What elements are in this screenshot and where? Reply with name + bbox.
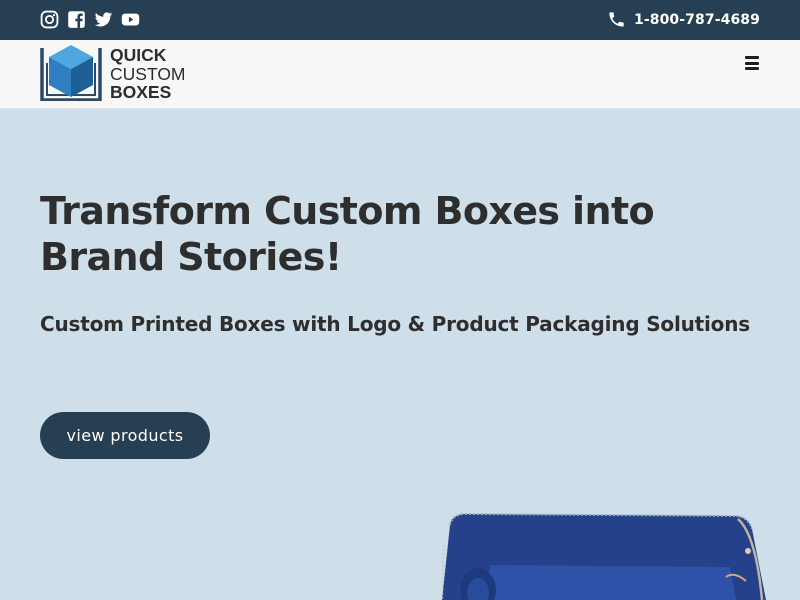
box-logo-icon bbox=[40, 45, 102, 101]
logo[interactable]: QUICK CUSTOM BOXES bbox=[40, 44, 186, 102]
hero-subtitle: Custom Printed Boxes with Logo & Product… bbox=[40, 312, 750, 336]
top-bar: 1-800-787-4689 bbox=[0, 0, 800, 40]
instagram-icon[interactable] bbox=[40, 10, 59, 29]
social-links bbox=[40, 10, 140, 29]
twitter-icon[interactable] bbox=[94, 10, 113, 29]
hamburger-menu-icon[interactable] bbox=[744, 55, 760, 71]
facebook-icon[interactable] bbox=[67, 10, 86, 29]
site-header: QUICK CUSTOM BOXES bbox=[0, 40, 800, 109]
product-box-image bbox=[441, 512, 766, 600]
hero-title: Transform Custom Boxes into Brand Storie… bbox=[40, 189, 655, 279]
logo-line-boxes: BOXES bbox=[110, 82, 172, 102]
logo-text: QUICK CUSTOM BOXES bbox=[110, 46, 186, 102]
logo-line-quick: QUICK bbox=[110, 45, 167, 65]
logo-line-custom: CUSTOM bbox=[110, 63, 186, 84]
youtube-icon[interactable] bbox=[121, 10, 140, 29]
phone-link[interactable]: 1-800-787-4689 bbox=[607, 10, 760, 29]
view-products-button[interactable]: view products bbox=[40, 412, 210, 459]
phone-number: 1-800-787-4689 bbox=[634, 11, 760, 28]
phone-icon bbox=[609, 12, 624, 27]
